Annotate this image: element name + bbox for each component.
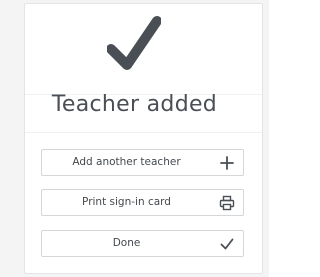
add-another-teacher-button[interactable]: Add another teacher [41, 149, 244, 176]
button-label: Done [112, 237, 141, 249]
done-button[interactable]: Done [41, 230, 244, 257]
check-icon [220, 238, 234, 250]
plus-icon [220, 156, 234, 170]
dialog-title: Teacher added [51, 92, 218, 117]
button-label: Print sign-in card [82, 196, 171, 208]
checkmark-icon [107, 16, 161, 70]
divider [25, 132, 262, 133]
print-sign-in-card-button[interactable]: Print sign-in card [41, 189, 244, 216]
button-label: Add another teacher [72, 156, 181, 168]
printer-icon [219, 195, 235, 211]
